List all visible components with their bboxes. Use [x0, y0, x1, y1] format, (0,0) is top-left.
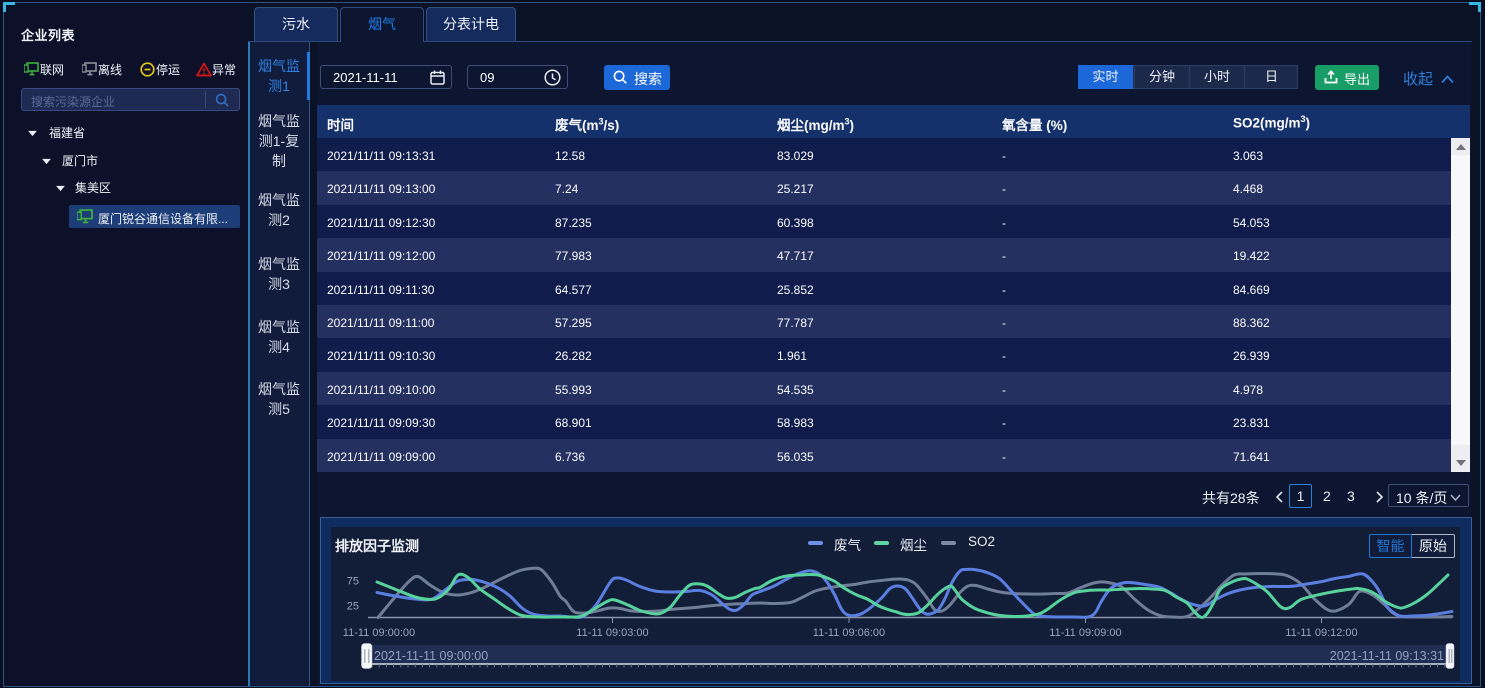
- svg-text:11-11 09:09:00: 11-11 09:09:00: [1049, 627, 1121, 639]
- svg-text:2021-11-11 09:13:31: 2021-11-11 09:13:31: [1330, 649, 1444, 663]
- svg-text:11-11 09:06:00: 11-11 09:06:00: [813, 627, 885, 639]
- svg-text:11-11 09:00:00: 11-11 09:00:00: [343, 627, 415, 639]
- svg-text:2021-11-11 09:00:00: 2021-11-11 09:00:00: [374, 649, 488, 663]
- svg-text:25: 25: [347, 601, 359, 613]
- svg-text:11-11 09:12:00: 11-11 09:12:00: [1285, 627, 1357, 639]
- svg-text:75: 75: [347, 576, 359, 588]
- svg-text:11-11 09:03:00: 11-11 09:03:00: [576, 627, 648, 639]
